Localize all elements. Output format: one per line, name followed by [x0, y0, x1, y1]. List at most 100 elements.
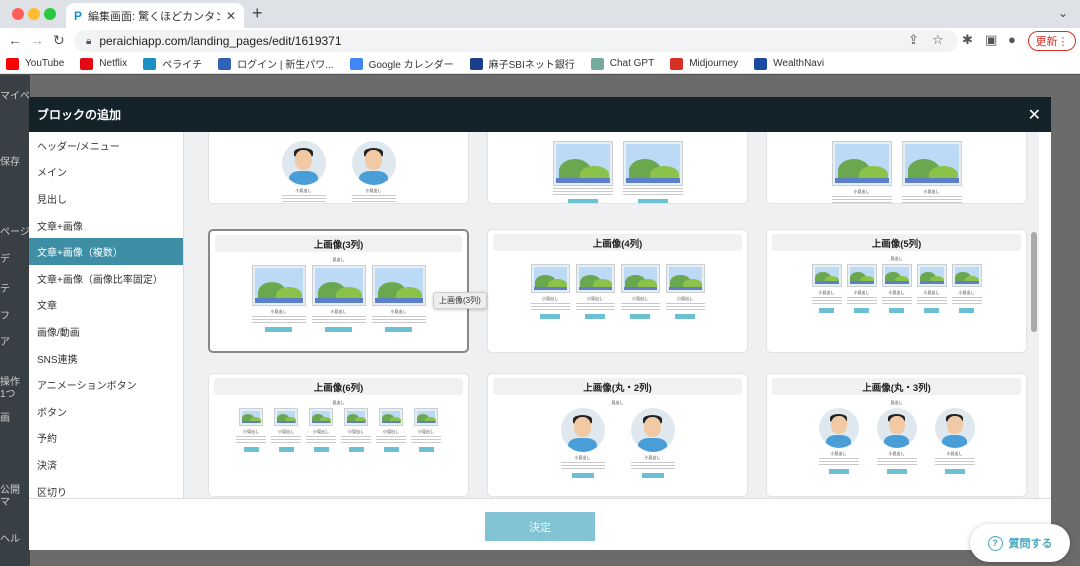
- category-item[interactable]: 区切り: [29, 478, 183, 498]
- browser-tab[interactable]: P 編集画面: 驚くほどカンタン！無料 ✕: [66, 3, 244, 28]
- category-item[interactable]: SNS連携: [29, 345, 183, 372]
- wealthnavi-icon: [754, 57, 768, 70]
- avatar-body: [941, 435, 968, 448]
- block-template-card[interactable]: 上画像(丸・3列) 見出し 小見出し 小見出し 小見出し: [766, 373, 1027, 497]
- preview-column: 小見出し: [236, 408, 266, 452]
- category-item[interactable]: 文章+画像: [29, 212, 183, 239]
- category-item[interactable]: アニメーションボタン: [29, 371, 183, 398]
- placeholder-ground: [904, 177, 959, 183]
- category-item[interactable]: ボタン: [29, 398, 183, 425]
- close-icon[interactable]: ✕: [1028, 105, 1041, 125]
- close-window-icon[interactable]: [12, 8, 24, 20]
- block-template-card[interactable]: 上画像(3列) 見出し 小見出し 小見出し 小見出し: [208, 229, 469, 353]
- editor-sidebar-item[interactable]: ア: [0, 333, 30, 348]
- block-template-card[interactable]: [487, 132, 748, 204]
- preview-text-line: [575, 308, 615, 310]
- forward-icon[interactable]: →: [30, 32, 44, 48]
- peraichi-icon: [143, 57, 157, 70]
- category-item[interactable]: 文章+画像（画像比率固定）: [29, 265, 183, 292]
- youtube-icon: [6, 57, 19, 70]
- bookmark-item[interactable]: Midjourney: [670, 57, 738, 70]
- bookmark-label: ログイン | 新生パワ...: [237, 60, 334, 71]
- person-avatar-icon: [630, 408, 675, 452]
- profile-avatar-icon[interactable]: ●: [1008, 32, 1016, 47]
- editor-sidebar-item[interactable]: ページ: [0, 223, 30, 238]
- placeholder-ground: [417, 421, 435, 423]
- avatar-body: [883, 435, 910, 448]
- bookmark-item[interactable]: Google カレンダー: [349, 56, 454, 71]
- preview-text-line: [351, 194, 396, 196]
- preview-text-line: [530, 308, 570, 310]
- preview-text-line: [876, 457, 917, 459]
- block-template-card[interactable]: 小見出し 小見出し: [766, 132, 1027, 204]
- bookmark-item[interactable]: ペライチ: [143, 56, 202, 71]
- block-template-card[interactable]: 上画像(丸・2列) 見出し 小見出し 小見出し: [487, 373, 748, 497]
- grid-scrollbar[interactable]: [1031, 232, 1037, 332]
- preview-button: [418, 447, 434, 452]
- help-button[interactable]: ? 質問する: [970, 524, 1070, 562]
- maximize-window-icon[interactable]: [44, 8, 56, 20]
- bookmark-item[interactable]: ログイン | 新生パワ...: [218, 56, 334, 71]
- extensions-icon[interactable]: ✱: [962, 32, 973, 48]
- back-icon[interactable]: ←: [8, 32, 22, 48]
- editor-sidebar-item[interactable]: マ: [0, 493, 30, 508]
- avatar-body: [289, 170, 318, 185]
- minimize-window-icon[interactable]: [28, 8, 40, 20]
- preview-heading: 見出し: [332, 257, 345, 262]
- block-template-card[interactable]: 小見出し 小見出し: [208, 132, 469, 204]
- category-item[interactable]: 文章: [29, 292, 183, 319]
- category-item[interactable]: ヘッダー/メニュー: [29, 132, 183, 159]
- category-item[interactable]: 文章+画像（複数）: [29, 238, 183, 265]
- preview-text-line: [311, 318, 366, 320]
- card-preview: 小見出し 小見出し 小見出し 小見出し 小見出し 小見出し: [209, 408, 468, 452]
- category-item[interactable]: 予約: [29, 425, 183, 452]
- preview-subheading: 小見出し: [587, 296, 603, 301]
- bookmark-star-icon[interactable]: ☆: [932, 32, 944, 48]
- editor-sidebar-item[interactable]: 1つ: [0, 385, 30, 400]
- address-bar[interactable]: 🔒︎ peraichiapp.com/landing_pages/edit/16…: [74, 30, 958, 52]
- bookmark-item[interactable]: Netflix: [80, 57, 127, 70]
- preview-text-line: [811, 299, 842, 301]
- editor-sidebar-item[interactable]: マイページへ戻る: [0, 87, 30, 102]
- category-item[interactable]: メイン: [29, 159, 183, 186]
- new-tab-icon[interactable]: +: [252, 3, 263, 24]
- block-template-card[interactable]: 上画像(5列) 見出し 小見出し 小見出し 小見出し 小見出し 小見出し: [766, 229, 1027, 353]
- card-title: 上画像(3列): [215, 235, 462, 252]
- category-item[interactable]: 見出し: [29, 185, 183, 212]
- block-template-card[interactable]: 上画像(4列) 小見出し 小見出し 小見出し 小見出し: [487, 229, 748, 353]
- image-placeholder-icon: [309, 408, 333, 426]
- update-button[interactable]: 更新 ⋮: [1028, 31, 1076, 51]
- bookmark-item[interactable]: Chat GPT: [590, 57, 655, 70]
- bookmark-item[interactable]: 麻子SBIネット銀行: [469, 56, 575, 71]
- preview-text-line: [552, 187, 613, 189]
- preview-subheading: 小見出し: [818, 290, 835, 295]
- preview-button: [630, 314, 650, 319]
- tab-search-chevron-icon[interactable]: ⌄: [1058, 6, 1068, 20]
- category-item[interactable]: 画像/動画: [29, 318, 183, 345]
- bookmark-item[interactable]: YouTube: [6, 57, 64, 70]
- preview-text-line: [560, 461, 605, 463]
- block-template-card[interactable]: 上画像(6列) 見出し 小見出し 小見出し 小見出し 小見出し 小見出し 小見出し: [208, 373, 469, 497]
- reload-icon[interactable]: ↻: [53, 32, 65, 49]
- category-item[interactable]: 決済: [29, 451, 183, 478]
- bookmark-item[interactable]: WealthNavi: [754, 57, 824, 70]
- placeholder-ground: [254, 298, 303, 303]
- editor-sidebar-item[interactable]: フ: [0, 307, 30, 322]
- preview-column: 小見出し: [351, 141, 396, 203]
- preview-text-line: [411, 435, 441, 437]
- editor-sidebar-item[interactable]: テ: [0, 280, 30, 295]
- side-panel-icon[interactable]: ▣: [985, 32, 997, 48]
- editor-sidebar-item[interactable]: デ: [0, 250, 30, 265]
- preview-text-line: [818, 463, 859, 465]
- editor-sidebar-item[interactable]: ヘル: [0, 530, 30, 545]
- editor-sidebar-item[interactable]: 画: [0, 409, 30, 424]
- bookmark-label: Chat GPT: [609, 58, 655, 69]
- editor-sidebar-item[interactable]: 保存: [0, 153, 30, 168]
- preview-column: 小見出し: [901, 141, 962, 203]
- placeholder-ground: [555, 177, 610, 183]
- preview-text-line: [846, 296, 877, 298]
- decide-button[interactable]: 決定: [485, 512, 595, 541]
- modal-header: ブロックの追加 ✕: [29, 97, 1051, 132]
- share-icon[interactable]: ⇪: [908, 32, 919, 48]
- tab-close-icon[interactable]: ✕: [226, 9, 236, 23]
